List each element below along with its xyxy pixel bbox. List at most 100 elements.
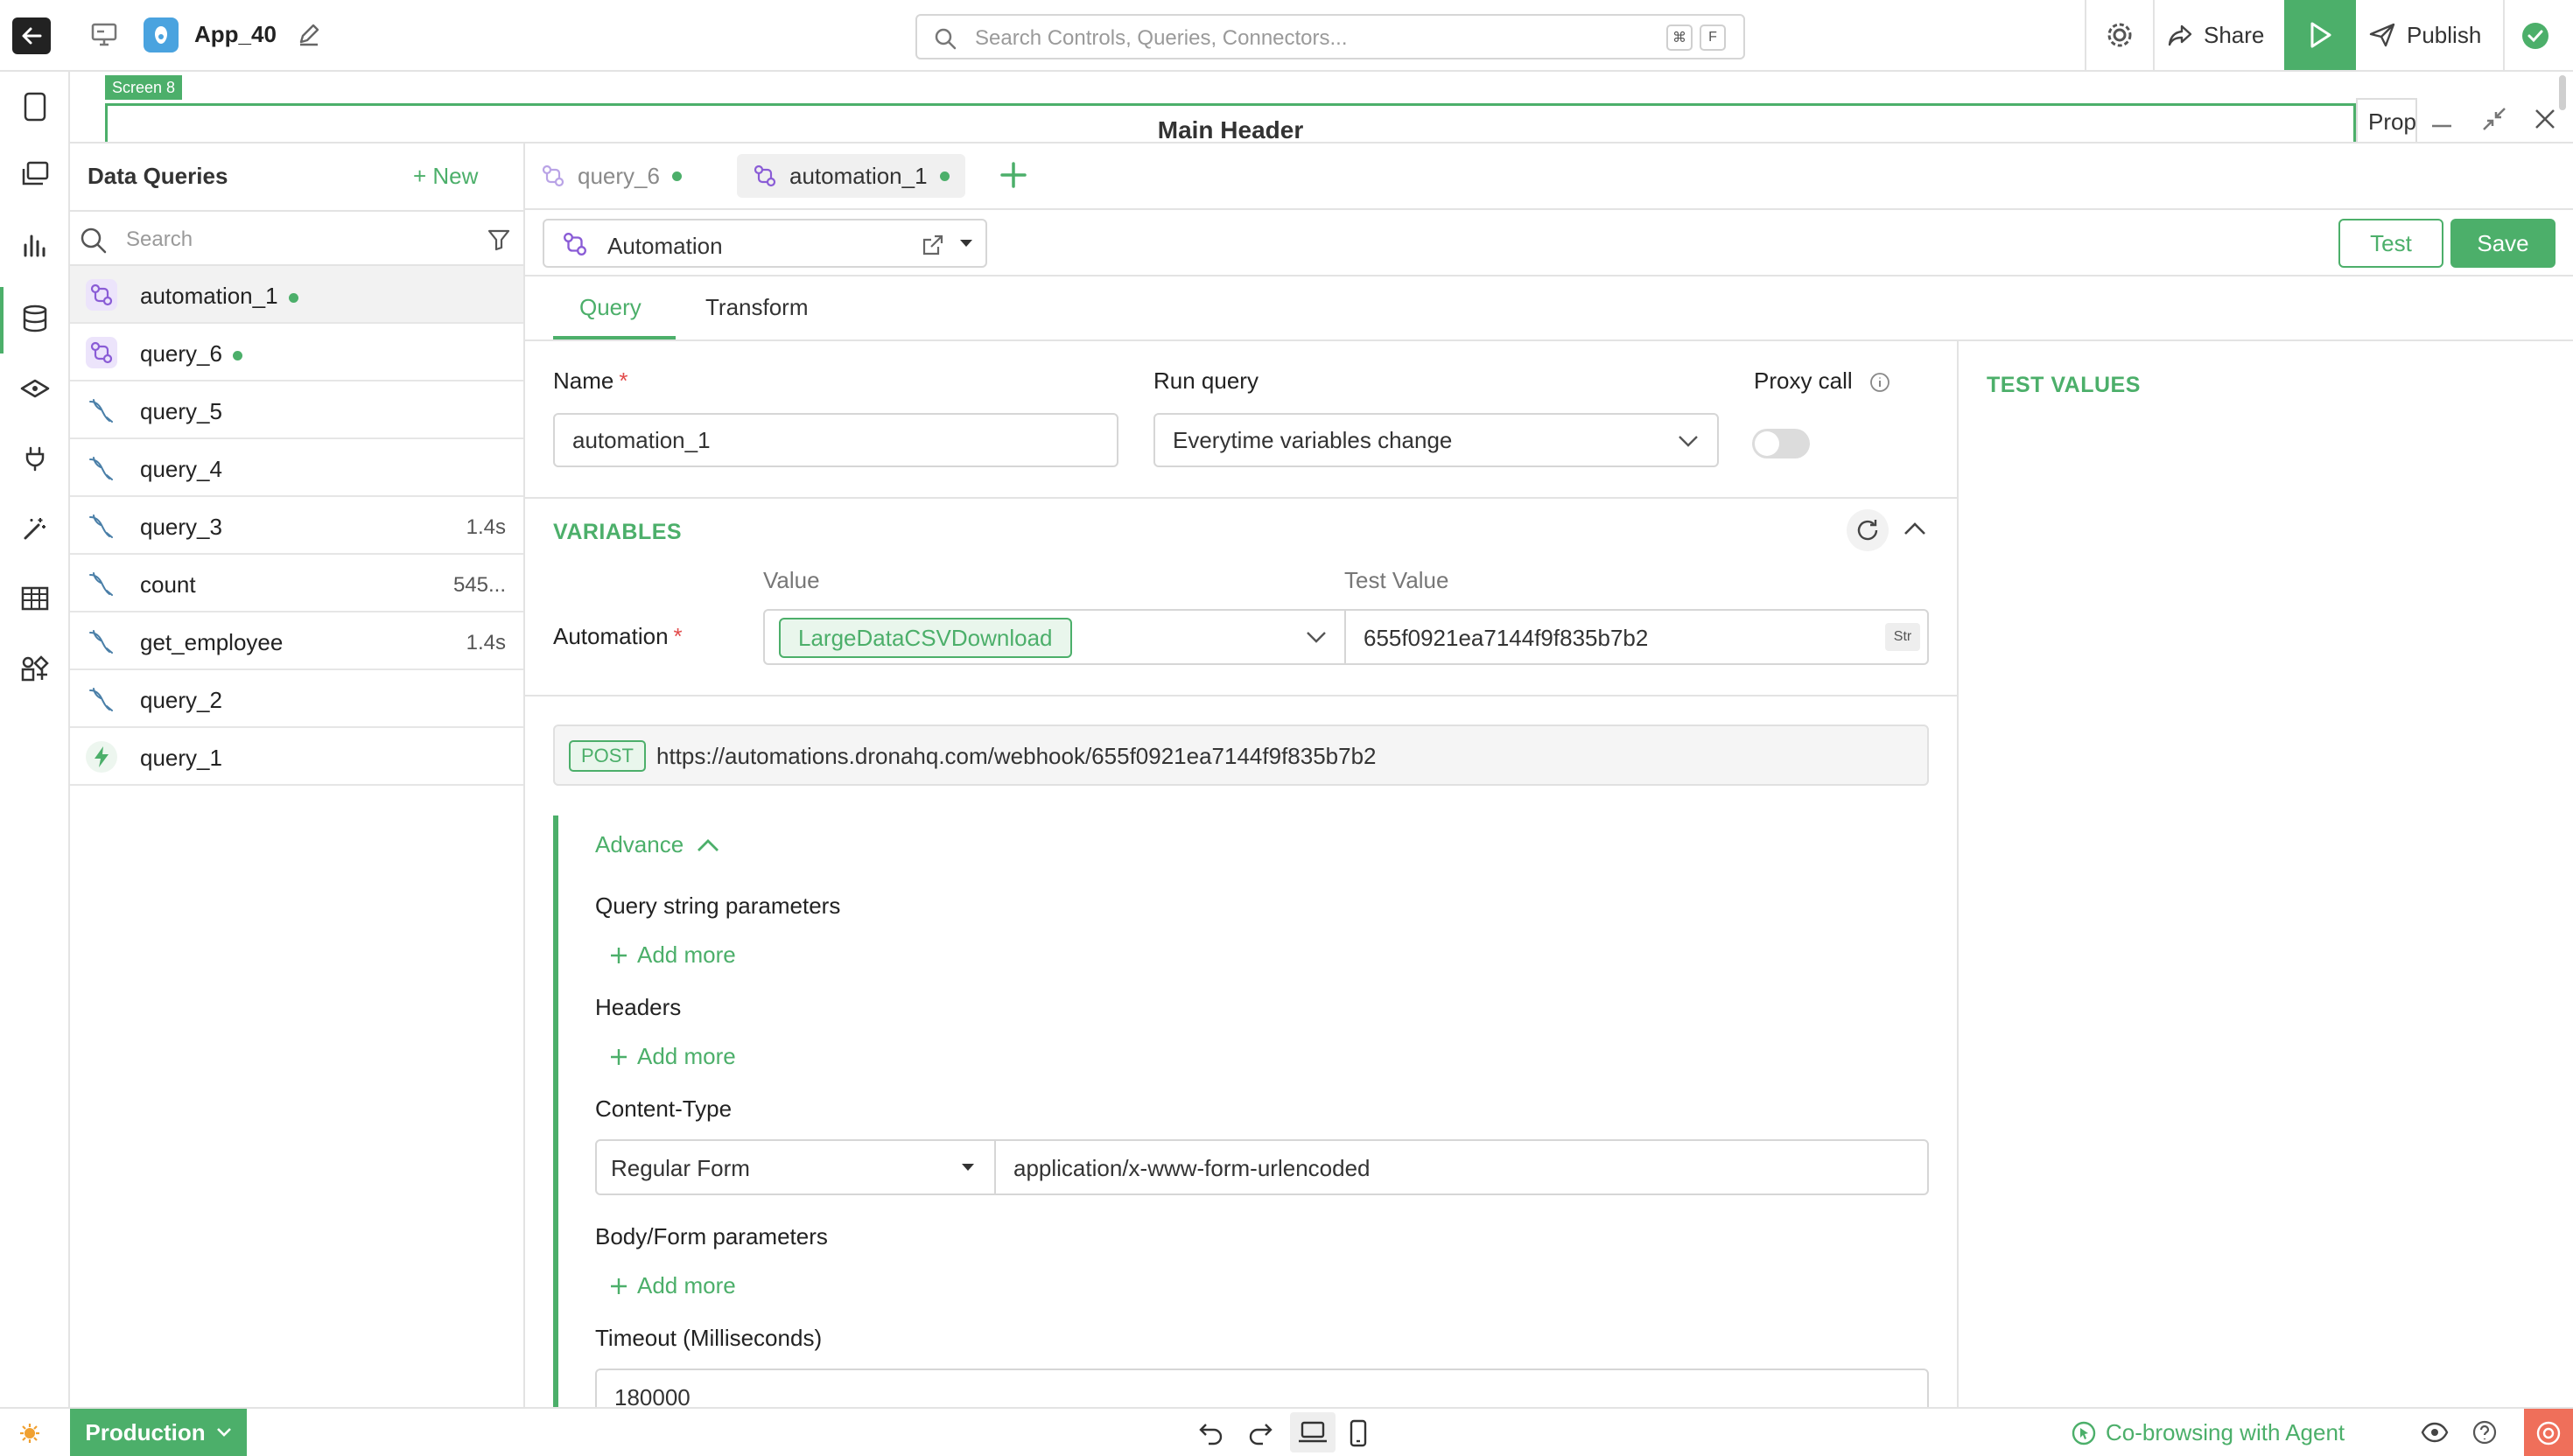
automation-test-value-input[interactable]: 655f0921ea7144f9f835b7b2 Str [1344,609,1929,665]
advance-section-bar [553,816,558,1409]
query-list-item[interactable]: query_6 [70,324,523,382]
query-list-item[interactable]: get_employee 1.4s [70,612,523,670]
query-list-item[interactable]: query_1 [70,728,523,786]
divider [1957,341,1959,1409]
connector-select[interactable]: Automation [543,219,987,268]
automation-icon [86,279,117,311]
redo-icon[interactable] [1246,1419,1274,1446]
bar-chart-icon[interactable] [18,228,53,262]
run-preview-button[interactable] [2284,0,2356,70]
share-icon [2168,24,2192,46]
share-button[interactable]: Share [2167,0,2264,70]
tab-query[interactable]: Query [579,294,641,321]
layers-icon[interactable] [18,158,53,192]
automation-variable-label-text: Automation [553,623,669,649]
query-search-input[interactable]: Search [70,210,523,266]
query-list-item[interactable]: count 545... [70,555,523,612]
proxy-call-toggle[interactable] [1752,429,1810,458]
query-duration: 1.4s [466,631,506,654]
content-type-select-value: Regular Form [611,1155,750,1181]
desktop-view-toggle[interactable] [1290,1412,1336,1452]
chevron-up-icon[interactable] [1903,520,1927,537]
add-body-param-button[interactable]: Add more [609,1272,736,1299]
query-list-item[interactable]: query_5 [70,382,523,439]
plug-icon[interactable] [18,441,53,476]
app-logo-icon [144,18,179,52]
pencil-icon[interactable] [296,21,322,47]
play-icon [2310,22,2331,48]
chevron-down-icon[interactable] [957,236,975,250]
environment-label: Production [85,1418,206,1446]
test-values-title: TEST VALUES [1987,373,2141,397]
automation-value-input[interactable]: LargeDataCSVDownload [763,609,1292,665]
request-url-bar[interactable]: POST https://automations.dronahq.com/web… [553,724,1929,786]
support-widget-button[interactable] [2524,1409,2573,1456]
automation-value-dropdown[interactable] [1288,609,1346,665]
eye-icon[interactable] [2421,1421,2449,1444]
properties-tab[interactable]: Prop [2356,98,2417,144]
active-tab-underline [553,336,676,340]
screen-tag[interactable]: Screen 8 [105,75,183,100]
add-header-button[interactable]: Add more [609,1043,736,1070]
query-list-item[interactable]: automation_1 [70,266,523,324]
tab-query-6[interactable]: query_6 [525,154,698,198]
query-name-text: query_2 [140,687,222,713]
left-icon-rail [0,72,70,1407]
content-type-select[interactable]: Regular Form [595,1139,996,1195]
tab-automation-1[interactable]: automation_1 [737,154,965,198]
query-editor: query_6 automation_1 Automation Test Sav… [525,142,2573,1421]
automation-chip[interactable]: LargeDataCSVDownload [779,618,1072,658]
query-name: query_1 [140,745,222,772]
run-query-select[interactable]: Everytime variables change [1153,413,1719,467]
undo-icon[interactable] [1197,1419,1225,1446]
monitor-icon[interactable] [89,19,119,49]
eye-layer-icon[interactable] [18,371,53,406]
external-link-icon[interactable] [921,233,945,257]
add-tab-plus-icon[interactable] [998,159,1029,191]
timeout-label: Timeout (Milliseconds) [595,1325,823,1351]
gear-icon[interactable] [2104,19,2135,51]
database-icon[interactable] [18,301,53,336]
magic-wand-icon[interactable] [18,511,53,546]
table-icon[interactable] [18,581,53,616]
add-query-param-button[interactable]: Add more [609,942,736,969]
headers-label: Headers [595,994,682,1020]
back-button[interactable] [12,18,51,54]
close-icon[interactable] [2531,105,2559,133]
help-icon[interactable] [2471,1419,2498,1446]
divider [2085,0,2086,72]
refresh-icon[interactable] [1847,509,1889,551]
mysql-dolphin-icon [86,568,117,599]
main-header-preview[interactable]: Main Header [105,103,2356,142]
bug-icon[interactable] [18,1421,42,1446]
minimize-icon[interactable] [2428,105,2456,133]
query-list-item[interactable]: query_2 [70,670,523,728]
advance-toggle[interactable]: Advance [595,831,720,858]
environment-select[interactable]: Production [70,1409,247,1456]
search-icon [79,226,109,256]
query-list-item[interactable]: query_3 1.4s [70,497,523,555]
query-list-item[interactable]: query_4 [70,439,523,497]
global-search-input[interactable]: Search Controls, Queries, Connectors... … [915,14,1745,60]
mobile-view-icon[interactable] [1346,1419,1371,1447]
publish-button[interactable]: Publish [2368,0,2481,70]
editor-sub-tabs: Query Transform [525,276,2573,341]
device-screen-icon[interactable] [18,89,53,124]
data-queries-panel: Data Queries + New Search automation_1 qu… [70,142,525,1407]
query-tabs: query_6 automation_1 [525,144,2573,210]
variables-title: VARIABLES [553,520,683,544]
query-name-text: get_employee [140,629,284,655]
test-button[interactable]: Test [2338,219,2443,268]
components-icon[interactable] [18,651,53,686]
automation-icon [542,164,564,187]
co-browsing-link[interactable]: Co-browsing with Agent [2071,1419,2345,1446]
scrollbar[interactable] [2559,75,2566,110]
collapse-arrows-icon[interactable] [2480,105,2508,133]
save-button[interactable]: Save [2450,219,2555,268]
filter-icon[interactable] [487,228,511,252]
name-input[interactable]: automation_1 [553,413,1118,467]
new-query-button[interactable]: + New [413,163,478,190]
content-type-value-input[interactable]: application/x-www-form-urlencoded [994,1139,1929,1195]
query-search-placeholder: Search [126,228,193,251]
tab-transform[interactable]: Transform [705,294,809,321]
